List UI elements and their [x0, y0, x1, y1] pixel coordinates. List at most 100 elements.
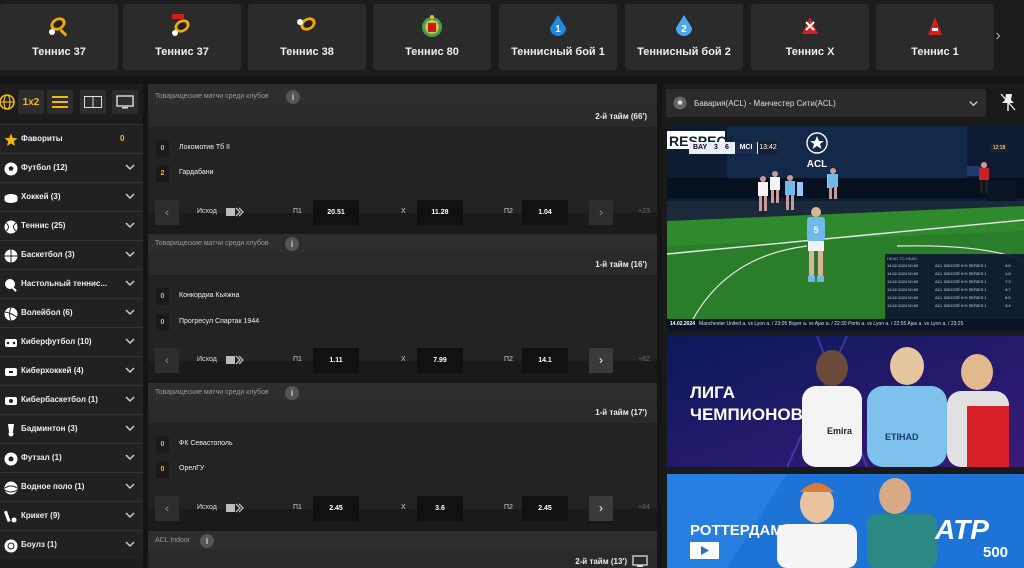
odds-button-x[interactable]: 3.6 — [417, 496, 463, 521]
sidebar-item-favorites[interactable]: Фавориты 0 — [0, 124, 143, 153]
pin-icon[interactable] — [999, 92, 1017, 112]
info-icon[interactable]: i — [285, 386, 299, 400]
sidebar-item-football[interactable]: Футбол (12) — [0, 153, 143, 182]
league-header[interactable]: ACL Indoor i — [148, 531, 657, 551]
odds-next-button[interactable]: › — [589, 348, 613, 373]
h2h-row: 14.02.2024 00:00 ACL INDOOR 5+5 SERIES 11… — [887, 271, 1011, 276]
sidebar-item-basketball[interactable]: Баскетбол (3) — [0, 240, 143, 269]
sidebar-item-water-polo[interactable]: Водное поло (1) — [0, 472, 143, 501]
odds-next-button[interactable]: › — [589, 200, 613, 225]
game-tile-tennis-x[interactable]: Теннис X — [751, 4, 869, 70]
markets-toggle-icon[interactable] — [226, 503, 244, 513]
sidebar-item-label: Баскетбол (3) — [21, 250, 75, 259]
info-icon[interactable]: i — [200, 534, 214, 548]
more-markets-count[interactable]: +84 — [638, 504, 650, 511]
league-name: Товарищеские матчи среди клубов — [155, 389, 269, 396]
blue-drop-1-icon: 1 — [546, 14, 570, 38]
league-header[interactable]: Товарищеские матчи среди клубов i — [148, 87, 657, 107]
ticker-text: Manchester United a. vs Lyon a. / 23:05 … — [699, 321, 964, 327]
blue-drop-2-icon: 2 — [672, 14, 696, 38]
sidebar-item-cricket[interactable]: Крикет (9) — [0, 501, 143, 530]
football-icon — [673, 96, 687, 110]
sidebar-item-hockey[interactable]: Хоккей (3) — [0, 182, 143, 211]
scoreboard-icon[interactable] — [80, 90, 106, 114]
list-icon[interactable] — [47, 90, 73, 114]
futsal-icon — [3, 451, 18, 466]
bowls-icon — [3, 538, 18, 553]
game-tile-tennis-80[interactable]: Теннис 80 — [373, 4, 491, 70]
odds-button-p2[interactable]: 14.1 — [522, 348, 568, 373]
odds-button-p1[interactable]: 20.51 — [313, 200, 359, 225]
champions-league-banner[interactable]: Emira ETIHAD ЛИГА ЧЕМПИОНОВ — [667, 336, 1024, 467]
game-tile-tennis-37[interactable]: Теннис 37 — [0, 4, 118, 70]
player-white — [758, 176, 768, 211]
odds-prev-button[interactable]: ‹ — [155, 348, 179, 373]
odds-button-x[interactable]: 7.99 — [417, 348, 463, 373]
sidebar-item-table-tennis[interactable]: Настольный теннис... — [0, 269, 143, 298]
tv-icon[interactable] — [112, 90, 138, 114]
more-markets-count[interactable]: +82 — [638, 356, 650, 363]
atp-tier: 500 — [983, 544, 1009, 561]
favorites-count: 0 — [120, 134, 125, 143]
chevron-down-icon — [125, 193, 135, 200]
match-period-bar: 1-й тайм (17') — [148, 401, 657, 423]
sidebar-item-tennis[interactable]: Теннис (25) — [0, 211, 143, 240]
match-period-bar: 2-й тайм (13') — [148, 550, 657, 568]
live-video-player[interactable]: RESPECT BAY 3 6 MCI 13:42 ACL 12:18 5 HE… — [667, 126, 1024, 331]
odds-label-p2: П2 — [504, 504, 513, 511]
globe-icon[interactable] — [0, 90, 20, 114]
team-row: 2 Гардабани — [156, 165, 456, 182]
game-tile-tennis-37-new[interactable]: Теннис 37 — [123, 4, 241, 70]
odds-button-p1[interactable]: 1.11 — [313, 348, 359, 373]
game-tile-tennis-fight-2[interactable]: 2 Теннисный бой 2 — [625, 4, 743, 70]
game-label: Теннис 37 — [155, 46, 209, 58]
game-label: Теннисный бой 2 — [637, 46, 731, 58]
sidebar-item-badminton[interactable]: Бадминтон (3) — [0, 414, 143, 443]
odds-prev-button[interactable]: ‹ — [155, 496, 179, 521]
team-score: 0 — [156, 314, 169, 331]
atp-rotterdam-banner[interactable]: РОТТЕРДАМ ATP 500 — [667, 474, 1024, 568]
h2h-row: 14.02.2024 00:00 ACL INDOOR 5+5 SERIES 14… — [887, 263, 1011, 268]
chevron-down-icon — [125, 512, 135, 519]
sidebar-item-cyber-hockey[interactable]: Киберхоккей (4) — [0, 356, 143, 385]
odds-label-p1: П1 — [293, 504, 302, 511]
odds-label-p1: П1 — [293, 356, 302, 363]
jersey-text: ETIHAD — [885, 432, 919, 442]
markets-toggle-icon[interactable] — [226, 207, 244, 217]
match-selector[interactable]: Бавария(ACL) - Манчестер Сити(ACL) — [666, 89, 986, 117]
game-label: Теннис 38 — [280, 46, 334, 58]
star-icon — [3, 132, 18, 147]
team-score: 0 — [156, 461, 169, 478]
tab-1x2[interactable]: 1x2 — [18, 90, 44, 114]
carousel-next-button[interactable]: › — [990, 26, 1006, 46]
odds-next-button[interactable]: › — [589, 496, 613, 521]
odds-row: ‹ Исход П1 20.51 X 11.28 П2 1.04 › +23 — [148, 200, 657, 225]
team-name: ФК Севастополь — [179, 440, 233, 447]
game-tile-tennis-38[interactable]: Теннис 38 — [248, 4, 366, 70]
sidebar-item-volleyball[interactable]: Волейбол (6) — [0, 298, 143, 327]
odds-prev-button[interactable]: ‹ — [155, 200, 179, 225]
tennis-racket-icon — [295, 14, 319, 38]
live-video-icon[interactable] — [632, 555, 648, 567]
game-tile-tennis-1[interactable]: Теннис 1 — [876, 4, 994, 70]
chevron-down-icon — [125, 425, 135, 432]
odds-button-p2[interactable]: 1.04 — [522, 200, 568, 225]
info-icon[interactable]: i — [286, 90, 300, 104]
odds-button-p2[interactable]: 2.45 — [522, 496, 568, 521]
odds-button-p1[interactable]: 2.45 — [313, 496, 359, 521]
cricket-icon — [3, 509, 18, 524]
play-button[interactable] — [690, 542, 719, 559]
sidebar-item-bowls[interactable]: Боулз (1) — [0, 530, 143, 559]
league-header[interactable]: Товарищеские матчи среди клубов i — [148, 234, 657, 254]
info-icon[interactable]: i — [285, 237, 299, 251]
match-period: 2-й тайм (13') — [575, 557, 627, 566]
game-tile-tennis-fight-1[interactable]: 1 Теннисный бой 1 — [499, 4, 617, 70]
player-white — [770, 171, 780, 203]
sidebar-item-cyber-football[interactable]: Киберфутбол (10) — [0, 327, 143, 356]
odds-button-x[interactable]: 11.28 — [417, 200, 463, 225]
markets-toggle-icon[interactable] — [226, 355, 244, 365]
more-markets-count[interactable]: +23 — [638, 208, 650, 215]
sidebar-item-cyber-basketball[interactable]: Кибербаскетбол (1) — [0, 385, 143, 414]
league-header[interactable]: Товарищеские матчи среди клубов i — [148, 383, 657, 403]
sidebar-item-futsal[interactable]: Футзал (1) — [0, 443, 143, 472]
